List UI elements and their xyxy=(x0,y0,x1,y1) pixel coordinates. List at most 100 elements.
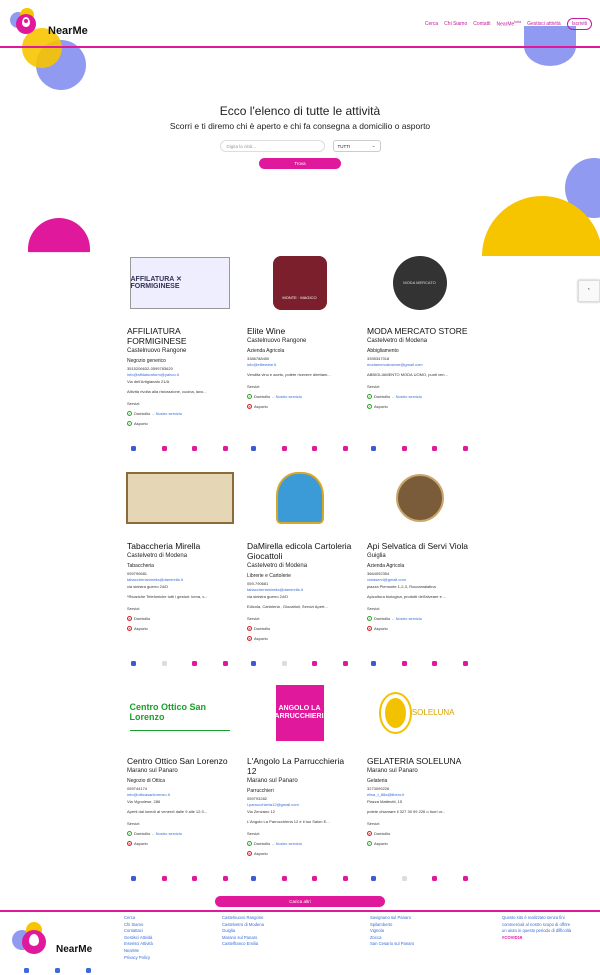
whatsapp-icon[interactable] xyxy=(192,446,198,451)
business-card[interactable]: SOLELUNA GELATERIA SOLELUNA Marano sul Pan… xyxy=(363,672,476,887)
business-email[interactable]: info@affilaturaform@yahoo.it xyxy=(127,372,232,377)
footer-link[interactable]: Privacy Policy xyxy=(124,955,153,962)
footer-city-link[interactable]: Castelvetro di Modena xyxy=(222,922,264,929)
nav-contatti[interactable]: Contatti xyxy=(473,21,490,27)
messenger-icon[interactable] xyxy=(222,876,228,881)
messenger-icon[interactable] xyxy=(462,661,468,666)
footer-link[interactable]: Cerca xyxy=(124,915,153,922)
footer-link[interactable]: Chi Siamo xyxy=(124,922,153,929)
messenger-icon[interactable] xyxy=(462,876,468,881)
facebook-icon[interactable] xyxy=(251,876,256,881)
facebook-icon[interactable] xyxy=(55,968,60,973)
messenger-icon[interactable] xyxy=(342,446,348,451)
facebook-icon[interactable] xyxy=(251,446,256,451)
business-phone[interactable]: 059793282 xyxy=(247,796,352,801)
footer-link[interactable]: NearMe xyxy=(124,948,153,955)
business-phone[interactable]: 059-790681 xyxy=(247,581,352,586)
business-name[interactable]: MODA MERCATO STORE xyxy=(367,326,472,336)
register-button[interactable]: Iscriviti xyxy=(566,18,592,30)
facebook-icon[interactable] xyxy=(371,661,376,666)
whatsapp-icon[interactable] xyxy=(432,876,438,881)
twitter-icon[interactable] xyxy=(24,968,29,973)
load-more-button[interactable]: Carica altri xyxy=(215,896,385,907)
business-phone[interactable]: 3515206632-0599783620 xyxy=(127,366,232,371)
business-email[interactable]: info@otticasanlorenzo.it xyxy=(127,792,232,797)
instagram-icon[interactable] xyxy=(161,876,167,881)
footer-city-link[interactable]: Savignano sul Panaro xyxy=(370,915,414,922)
footer-link[interactable]: Inserisci Attività xyxy=(124,941,153,948)
whatsapp-icon[interactable] xyxy=(312,876,318,881)
business-email[interactable]: info@elitewine.it xyxy=(247,362,352,367)
footer-city-link[interactable]: Castelfranco Emilia xyxy=(222,941,264,948)
business-email[interactable]: l.parrucchieria12@gmail.com xyxy=(247,802,352,807)
footer-city-link[interactable]: Spilamberto xyxy=(370,922,414,929)
business-email[interactable]: tabaccheriamirella@damirella.it xyxy=(247,587,352,592)
business-name[interactable]: Api Selvatica di Servi Viola xyxy=(367,541,472,551)
instagram-icon[interactable] xyxy=(161,446,167,451)
footer-city-link[interactable]: Vignola xyxy=(370,928,414,935)
business-card[interactable]: Centro Ottico San Lorenzo Centro Ottico S… xyxy=(123,672,236,887)
business-phone[interactable]: 3395347018 xyxy=(367,356,472,361)
whatsapp-icon[interactable] xyxy=(312,661,318,666)
instagram-icon[interactable] xyxy=(281,661,287,666)
category-select[interactable]: TUTTI ⌄ xyxy=(332,140,381,152)
business-phone[interactable]: 059744174 xyxy=(127,786,232,791)
whatsapp-icon[interactable] xyxy=(192,661,198,666)
nav-gestisci[interactable]: Gestisci attività xyxy=(527,21,561,27)
whatsapp-icon[interactable] xyxy=(432,446,438,451)
instagram-icon[interactable] xyxy=(281,876,287,881)
business-email[interactable]: tabaccheriamirella@damirella.it xyxy=(127,577,232,582)
business-card[interactable]: ANGOLO LA PARRUCCHIERIA L'Angolo La Parru… xyxy=(243,672,356,887)
business-phone[interactable]: 3386788450 xyxy=(247,356,352,361)
brand-logo[interactable]: NearMe xyxy=(10,8,88,38)
instagram-icon[interactable] xyxy=(161,661,167,666)
business-name[interactable]: GELATERIA SOLELUNA xyxy=(367,756,472,766)
business-phone[interactable]: 3273099226 xyxy=(367,786,472,791)
business-card[interactable]: MODA MERCATO MODA MERCATO STORE Castelvetr… xyxy=(363,242,476,457)
instagram-icon[interactable] xyxy=(281,446,287,451)
footer-link[interactable]: Gestisci Attività xyxy=(124,935,153,942)
business-email[interactable]: elisa_t_88a@libero.it xyxy=(367,792,472,797)
nav-nearme[interactable]: NearMebeta xyxy=(496,20,521,28)
messenger-icon[interactable] xyxy=(222,446,228,451)
business-name[interactable]: Centro Ottico San Lorenzo xyxy=(127,756,232,766)
facebook-icon[interactable] xyxy=(131,661,136,666)
business-name[interactable]: AFFILIATURA FORMIGINESE xyxy=(127,326,232,346)
business-email[interactable]: violaservi@gmail.com xyxy=(367,577,472,582)
messenger-icon[interactable] xyxy=(222,661,228,666)
recaptcha-badge[interactable]: ↻ xyxy=(578,280,600,302)
instagram-icon[interactable] xyxy=(401,446,407,451)
facebook-icon[interactable] xyxy=(131,876,136,881)
business-phone[interactable]: 059790681 xyxy=(127,571,232,576)
instagram-icon[interactable] xyxy=(86,968,91,973)
footer-link[interactable]: Contattaci xyxy=(124,928,153,935)
instagram-icon[interactable] xyxy=(401,661,407,666)
business-email[interactable]: modamercatostore@gmail.com xyxy=(367,362,472,367)
messenger-icon[interactable] xyxy=(462,446,468,451)
business-name[interactable]: Elite Wine xyxy=(247,326,352,336)
instagram-icon[interactable] xyxy=(401,876,407,881)
whatsapp-icon[interactable] xyxy=(432,661,438,666)
messenger-icon[interactable] xyxy=(342,876,348,881)
footer-logo[interactable]: NearMe xyxy=(12,920,92,960)
footer-city-link[interactable]: Marano sul Panaro xyxy=(222,935,264,942)
footer-city-link[interactable]: San Cesario sul Panaro xyxy=(370,941,414,948)
footer-city-link[interactable]: Guiglia xyxy=(222,928,264,935)
business-name[interactable]: DaMirella edicola Cartoleria Giocattoli xyxy=(247,541,352,561)
whatsapp-icon[interactable] xyxy=(312,446,318,451)
business-card[interactable]: Api Selvatica di Servi Viola Guiglia Azien… xyxy=(363,457,476,672)
footer-city-link[interactable]: Castelnuovo Rangone xyxy=(222,915,264,922)
business-name[interactable]: Tabaccheria Mirella xyxy=(127,541,232,551)
business-name[interactable]: L'Angolo La Parrucchieria 12 xyxy=(247,756,352,776)
whatsapp-icon[interactable] xyxy=(192,876,198,881)
search-button[interactable]: Trova xyxy=(259,158,341,169)
city-search-input[interactable]: Digita la città... xyxy=(219,140,325,152)
messenger-icon[interactable] xyxy=(342,661,348,666)
business-phone[interactable]: 3664092354 xyxy=(367,571,472,576)
facebook-icon[interactable] xyxy=(131,446,136,451)
business-card[interactable]: AFFILATURA ✕ FORMIGINESE AFFILIATURA FORM… xyxy=(123,242,236,457)
business-card[interactable]: MONTE · MAGICO Elite Wine Castelnuovo Rang… xyxy=(243,242,356,457)
business-card[interactable]: DaMirella edicola Cartoleria Giocattoli C… xyxy=(243,457,356,672)
business-card[interactable]: Tabaccheria Mirella Castelvetro di Modena… xyxy=(123,457,236,672)
facebook-icon[interactable] xyxy=(251,661,256,666)
